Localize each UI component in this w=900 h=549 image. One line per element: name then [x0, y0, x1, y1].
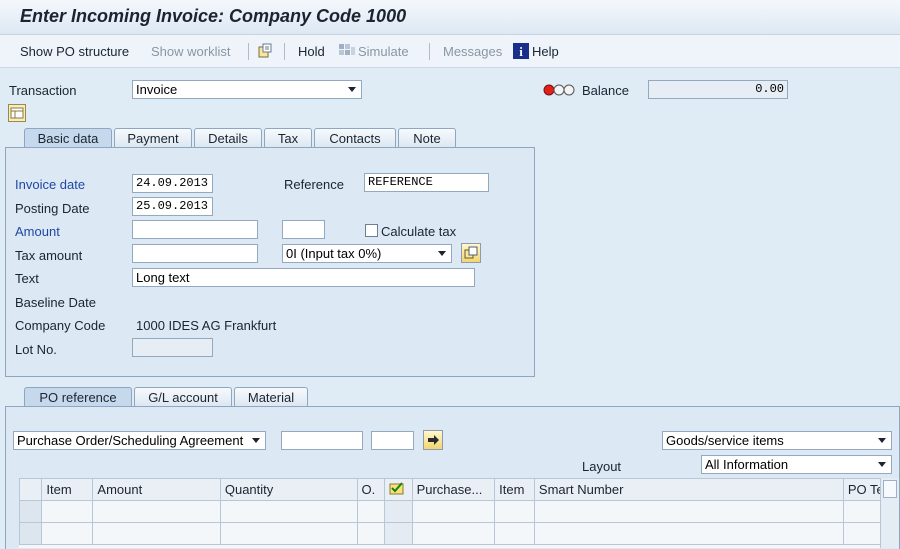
page-title: Enter Incoming Invoice: Company Code 100… [20, 6, 407, 26]
company-code-label: Company Code [15, 318, 106, 333]
balance-label: Balance [582, 83, 629, 98]
column-header-po-item[interactable]: Item [494, 478, 535, 501]
help-button[interactable]: Help [532, 44, 559, 59]
tax-details-icon [464, 246, 478, 259]
table-row[interactable] [19, 522, 898, 545]
chevron-down-icon [878, 462, 886, 467]
transaction-label: Transaction [9, 83, 77, 98]
items-filter-select[interactable]: Goods/service items [662, 431, 892, 450]
layout-label: Layout [582, 459, 622, 474]
po-item-field[interactable] [371, 431, 414, 450]
tax-code-value: 0I (Input tax 0%) [286, 246, 382, 261]
show-worklist-button[interactable]: Show worklist [151, 44, 230, 59]
document-header-icon[interactable] [8, 104, 26, 125]
document-settings-icon[interactable] [257, 43, 273, 62]
arrow-right-icon [428, 435, 439, 445]
po-number-field[interactable] [281, 431, 363, 450]
reference-field[interactable]: REFERENCE [364, 173, 489, 192]
column-header-quantity[interactable]: Quantity [219, 478, 358, 501]
tax-code-select[interactable]: 0I (Input tax 0%) [282, 244, 452, 263]
amount-label: Amount [15, 224, 60, 239]
execute-button[interactable] [423, 430, 443, 450]
show-po-structure-button[interactable]: Show PO structure [20, 44, 129, 59]
table-header-row: Item Amount Quantity O. Purchase... Item… [19, 478, 898, 501]
scrollbar-thumb[interactable] [883, 480, 897, 498]
transaction-value: Invoice [136, 82, 178, 97]
invoice-date-label: Invoice date [15, 177, 86, 192]
column-header-amount[interactable]: Amount [92, 478, 221, 501]
company-code-value: 1000 IDES AG Frankfurt [136, 318, 277, 333]
text-label: Text [15, 271, 39, 286]
toolbar-separator [284, 43, 285, 60]
tab-contacts[interactable]: Contacts [314, 128, 396, 148]
chevron-down-icon [252, 438, 260, 443]
tab-gl-account[interactable]: G/L account [134, 387, 232, 407]
posting-date-label: Posting Date [15, 201, 90, 216]
chevron-down-icon [878, 438, 886, 443]
column-header-check[interactable] [384, 478, 413, 501]
baseline-date-label: Baseline Date [15, 295, 96, 310]
layout-select[interactable]: All Information [701, 455, 892, 474]
check-edit-icon [389, 482, 404, 495]
traffic-light-red-icon [543, 84, 577, 99]
column-header-smart-number[interactable]: Smart Number [533, 478, 844, 501]
simulate-button[interactable]: Simulate [358, 44, 409, 59]
reference-label: Reference [284, 177, 344, 192]
tab-po-reference[interactable]: PO reference [24, 387, 132, 407]
messages-button[interactable]: Messages [443, 44, 502, 59]
posting-date-field[interactable]: 25.09.2013 [132, 197, 213, 216]
calculate-tax-checkbox[interactable] [365, 224, 378, 237]
tab-material[interactable]: Material [234, 387, 308, 407]
text-field[interactable]: Long text [132, 268, 475, 287]
toolbar-separator [248, 43, 249, 60]
chevron-down-icon [438, 251, 446, 256]
tab-note[interactable]: Note [398, 128, 456, 148]
tax-details-button[interactable] [461, 243, 481, 263]
reference-document-type-select[interactable]: Purchase Order/Scheduling Agreement [13, 431, 266, 450]
reference-document-type-value: Purchase Order/Scheduling Agreement [17, 433, 244, 448]
calculate-tax-label: Calculate tax [381, 224, 457, 239]
column-header-order-unit[interactable]: O. [356, 478, 386, 501]
tab-details[interactable]: Details [194, 128, 262, 148]
table-vertical-scrollbar[interactable] [880, 478, 899, 548]
simulate-icon [339, 44, 355, 61]
items-table: Item Amount Quantity O. Purchase... Item… [19, 478, 898, 548]
row-selector-header[interactable] [19, 478, 43, 501]
table-row[interactable] [19, 500, 898, 523]
row-selector[interactable] [19, 500, 43, 523]
lot-no-field [132, 338, 213, 357]
column-header-item[interactable]: Item [41, 478, 94, 501]
tab-tax[interactable]: Tax [264, 128, 312, 148]
tax-amount-label: Tax amount [15, 248, 83, 263]
svg-text:i: i [519, 44, 523, 59]
layout-value: All Information [705, 457, 789, 472]
chevron-down-icon [348, 87, 356, 92]
title-bar: Enter Incoming Invoice: Company Code 100… [0, 0, 900, 35]
balance-field: 0.00 [648, 80, 788, 99]
toolbar-separator [429, 43, 430, 60]
currency-field[interactable] [282, 220, 325, 239]
transaction-select[interactable]: Invoice [132, 80, 362, 99]
items-filter-value: Goods/service items [666, 433, 784, 448]
tax-amount-field[interactable] [132, 244, 258, 263]
invoice-date-field[interactable]: 24.09.2013 [132, 174, 213, 193]
amount-field[interactable] [132, 220, 258, 239]
info-help-icon[interactable]: i [513, 43, 529, 62]
column-header-purchase-order[interactable]: Purchase... [411, 478, 496, 501]
tab-payment[interactable]: Payment [114, 128, 192, 148]
application-toolbar: Show PO structure Show worklist Hold Sim… [0, 35, 900, 68]
hold-button[interactable]: Hold [298, 44, 325, 59]
row-selector[interactable] [19, 522, 43, 545]
lot-no-label: Lot No. [15, 342, 57, 357]
tab-basic-data[interactable]: Basic data [24, 128, 112, 148]
